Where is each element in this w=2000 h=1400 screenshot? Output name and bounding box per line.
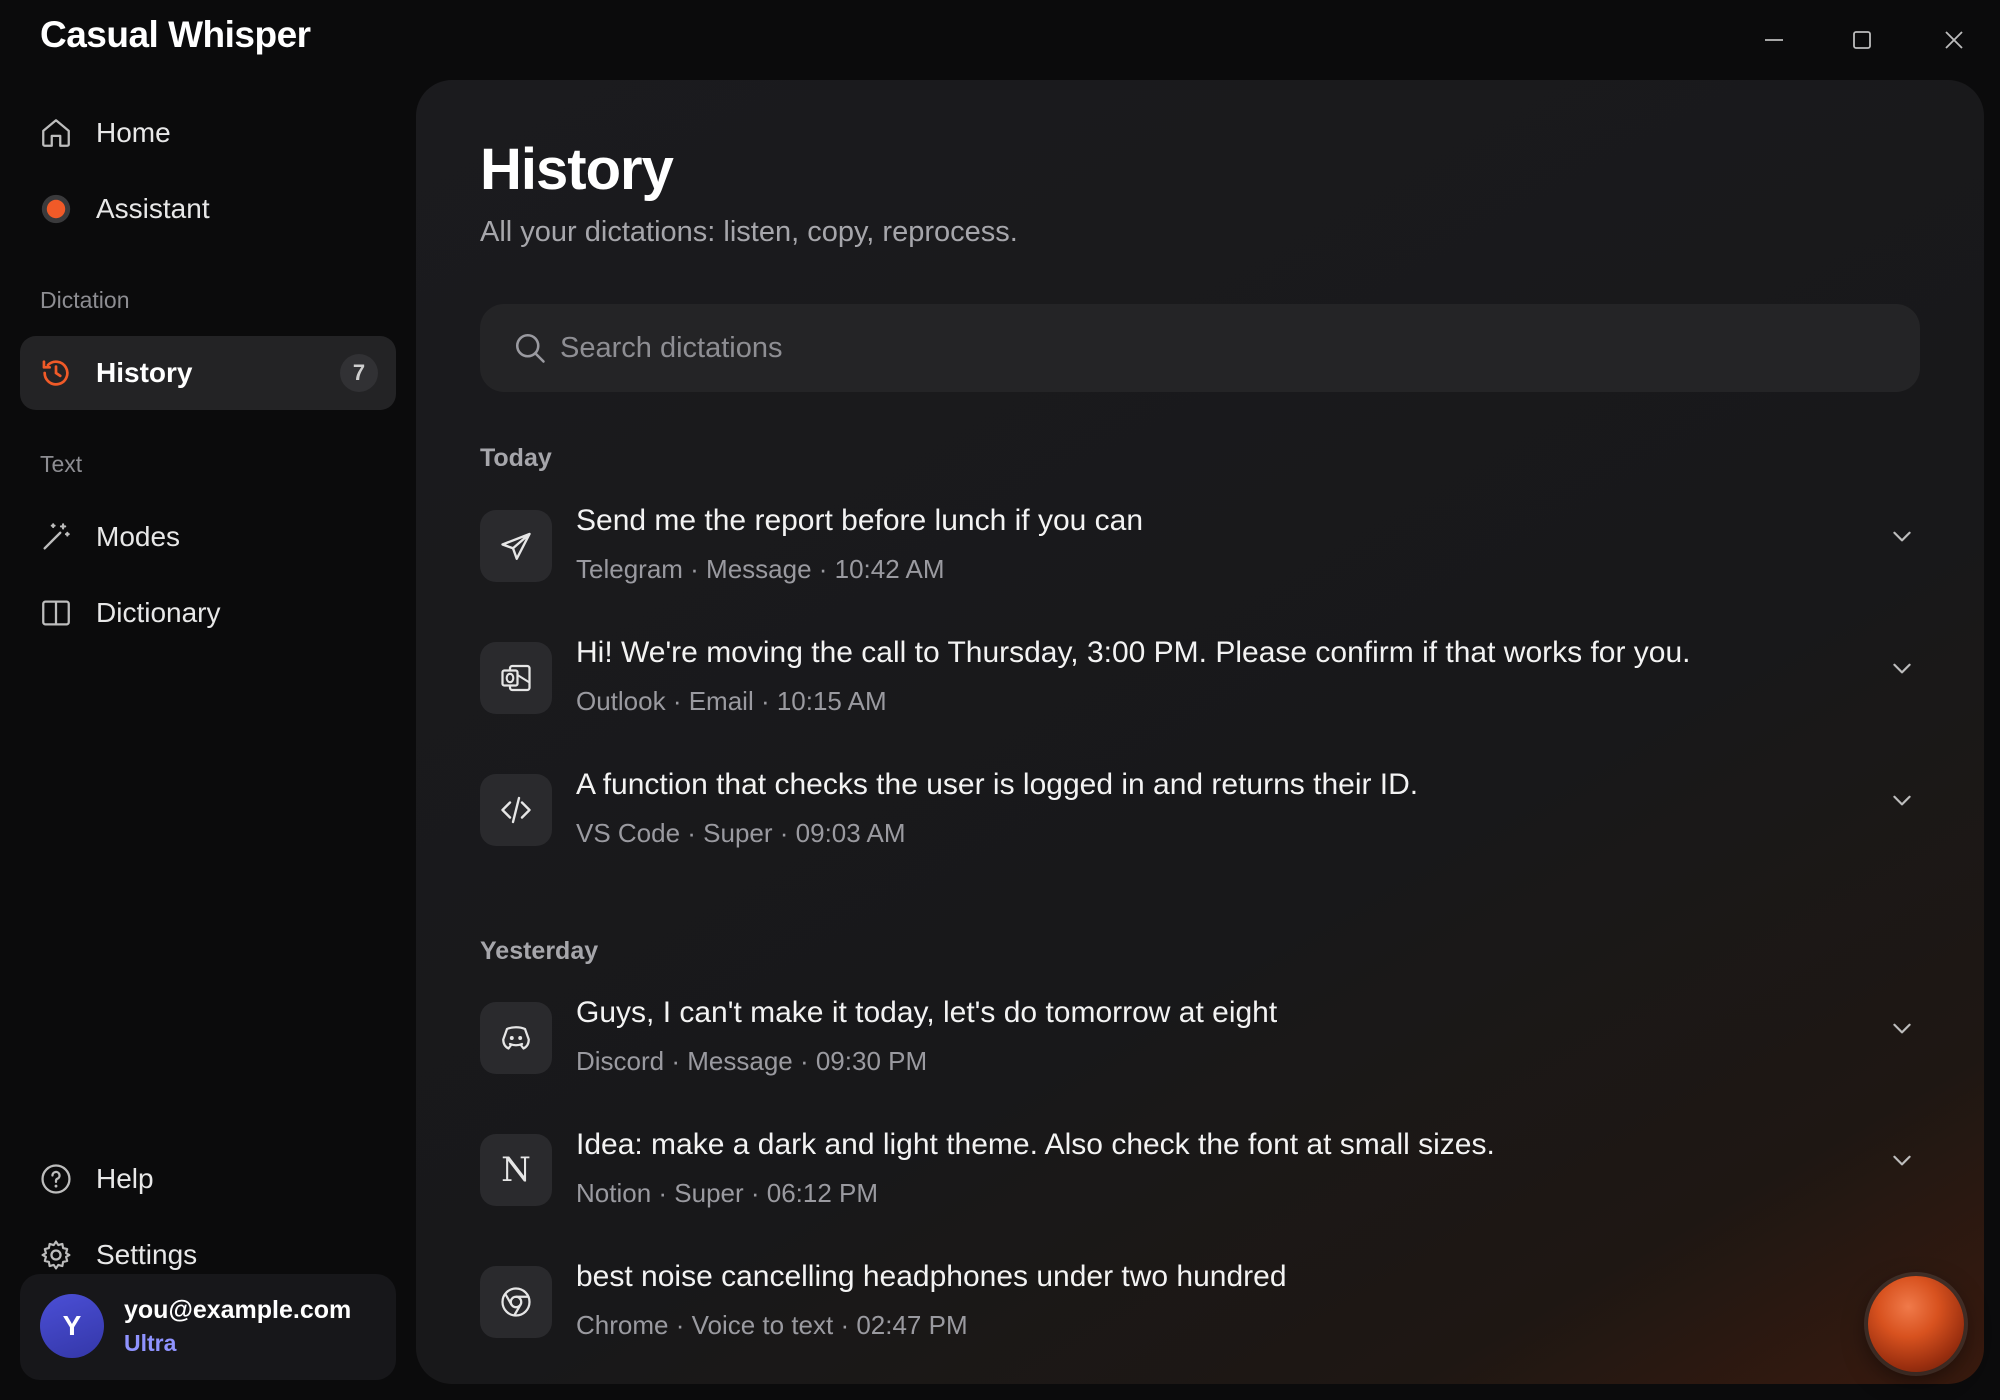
book-icon bbox=[38, 595, 74, 631]
account-plan: Ultra bbox=[124, 1330, 177, 1356]
sidebar: Home Assistant Dictation History 7 Text … bbox=[0, 76, 416, 1400]
sidebar-item-label: Help bbox=[96, 1163, 154, 1194]
entry-text: Guys, I can't make it today, let's do to… bbox=[576, 996, 1278, 1029]
group-label-yesterday: Yesterday bbox=[480, 937, 599, 965]
entry-meta: Notion · Super · 06:12 PM bbox=[576, 1178, 879, 1208]
assistant-orb-button[interactable] bbox=[1868, 1276, 1964, 1372]
search-box[interactable] bbox=[480, 304, 1920, 392]
expand-button[interactable] bbox=[1884, 1142, 1920, 1178]
expand-button[interactable] bbox=[1884, 782, 1920, 818]
chevron-down-icon bbox=[1893, 663, 1911, 674]
notion-letter: N bbox=[501, 1150, 531, 1190]
entry-text: Send me the report before lunch if you c… bbox=[576, 504, 1144, 537]
chevron-down-icon bbox=[1893, 1023, 1911, 1034]
history-entry[interactable]: Guys, I can't make it today, let's do to… bbox=[480, 996, 1920, 1106]
title-bar: Casual Whisper bbox=[0, 0, 2000, 76]
assistant-dot-icon bbox=[38, 191, 74, 227]
expand-button[interactable] bbox=[1884, 650, 1920, 686]
account-email: you@example.com bbox=[124, 1296, 352, 1324]
sidebar-item-label: History bbox=[96, 357, 193, 388]
history-entry[interactable]: A function that checks the user is logge… bbox=[480, 768, 1920, 878]
history-entry[interactable]: N Idea: make a dark and light theme. Als… bbox=[480, 1128, 1920, 1238]
notion-icon: N bbox=[480, 1134, 552, 1206]
avatar: Y bbox=[40, 1294, 104, 1358]
maximize-button[interactable] bbox=[1840, 18, 1884, 62]
history-icon bbox=[38, 355, 74, 391]
history-count-badge: 7 bbox=[340, 354, 378, 392]
account-card[interactable]: Y you@example.com Ultra bbox=[20, 1274, 396, 1380]
sidebar-item-dictionary[interactable]: Dictionary bbox=[20, 576, 396, 650]
discord-icon bbox=[480, 1002, 552, 1074]
sidebar-item-history[interactable]: History 7 bbox=[20, 336, 396, 410]
app-title: Casual Whisper bbox=[40, 14, 311, 55]
main-panel: History All your dictations: listen, cop… bbox=[416, 80, 1984, 1384]
entry-meta: VS Code · Super · 09:03 AM bbox=[576, 818, 906, 848]
sidebar-item-assistant[interactable]: Assistant bbox=[20, 172, 396, 246]
section-label-dictation: Dictation bbox=[40, 287, 130, 313]
expand-button[interactable] bbox=[1884, 1010, 1920, 1046]
chevron-down-icon bbox=[1893, 531, 1911, 542]
sidebar-item-label: Assistant bbox=[96, 193, 210, 224]
telegram-icon bbox=[480, 510, 552, 582]
history-entry[interactable]: Send me the report before lunch if you c… bbox=[480, 504, 1920, 614]
entry-meta: Telegram · Message · 10:42 AM bbox=[576, 554, 945, 584]
section-label-text: Text bbox=[40, 451, 83, 477]
sidebar-item-label: Settings bbox=[96, 1239, 198, 1270]
outlook-icon bbox=[480, 642, 552, 714]
gear-icon bbox=[38, 1237, 74, 1273]
minimize-icon bbox=[1765, 39, 1783, 41]
sidebar-item-home[interactable]: Home bbox=[20, 96, 396, 170]
group-label-today: Today bbox=[480, 444, 552, 472]
entry-text: Hi! We're moving the call to Thursday, 3… bbox=[576, 636, 1691, 669]
page-subtitle: All your dictations: listen, copy, repro… bbox=[480, 216, 1018, 248]
sidebar-item-label: Modes bbox=[96, 521, 181, 552]
close-icon bbox=[1945, 31, 1963, 49]
help-icon bbox=[38, 1161, 74, 1197]
maximize-icon bbox=[1853, 31, 1871, 49]
history-entry[interactable]: Hi! We're moving the call to Thursday, 3… bbox=[480, 636, 1920, 746]
app-window: Casual Whisper Home Assistant Dictation bbox=[0, 0, 2000, 1400]
sidebar-item-label: Dictionary bbox=[96, 597, 221, 628]
entry-meta: Chrome · Voice to text · 02:47 PM bbox=[576, 1310, 968, 1340]
history-entry[interactable]: best noise cancelling headphones under t… bbox=[480, 1260, 1920, 1370]
wand-icon bbox=[38, 519, 74, 555]
page-title: History bbox=[480, 137, 674, 202]
minimize-button[interactable] bbox=[1752, 18, 1796, 62]
search-icon bbox=[515, 333, 545, 363]
chevron-down-icon bbox=[1893, 795, 1911, 806]
entry-meta: Outlook · Email · 10:15 AM bbox=[576, 686, 887, 716]
sidebar-item-help[interactable]: Help bbox=[20, 1142, 396, 1216]
chevron-down-icon bbox=[1893, 1155, 1911, 1166]
close-button[interactable] bbox=[1932, 18, 1976, 62]
chrome-icon bbox=[480, 1266, 552, 1338]
home-icon bbox=[38, 115, 74, 151]
entry-text: best noise cancelling headphones under t… bbox=[576, 1260, 1287, 1293]
sidebar-item-label: Home bbox=[96, 117, 171, 148]
sidebar-item-modes[interactable]: Modes bbox=[20, 500, 396, 574]
expand-button[interactable] bbox=[1884, 518, 1920, 554]
code-icon bbox=[480, 774, 552, 846]
search-input[interactable] bbox=[560, 304, 1890, 392]
entry-text: A function that checks the user is logge… bbox=[576, 768, 1419, 801]
entry-meta: Discord · Message · 09:30 PM bbox=[576, 1046, 928, 1076]
entry-text: Idea: make a dark and light theme. Also … bbox=[576, 1128, 1495, 1161]
